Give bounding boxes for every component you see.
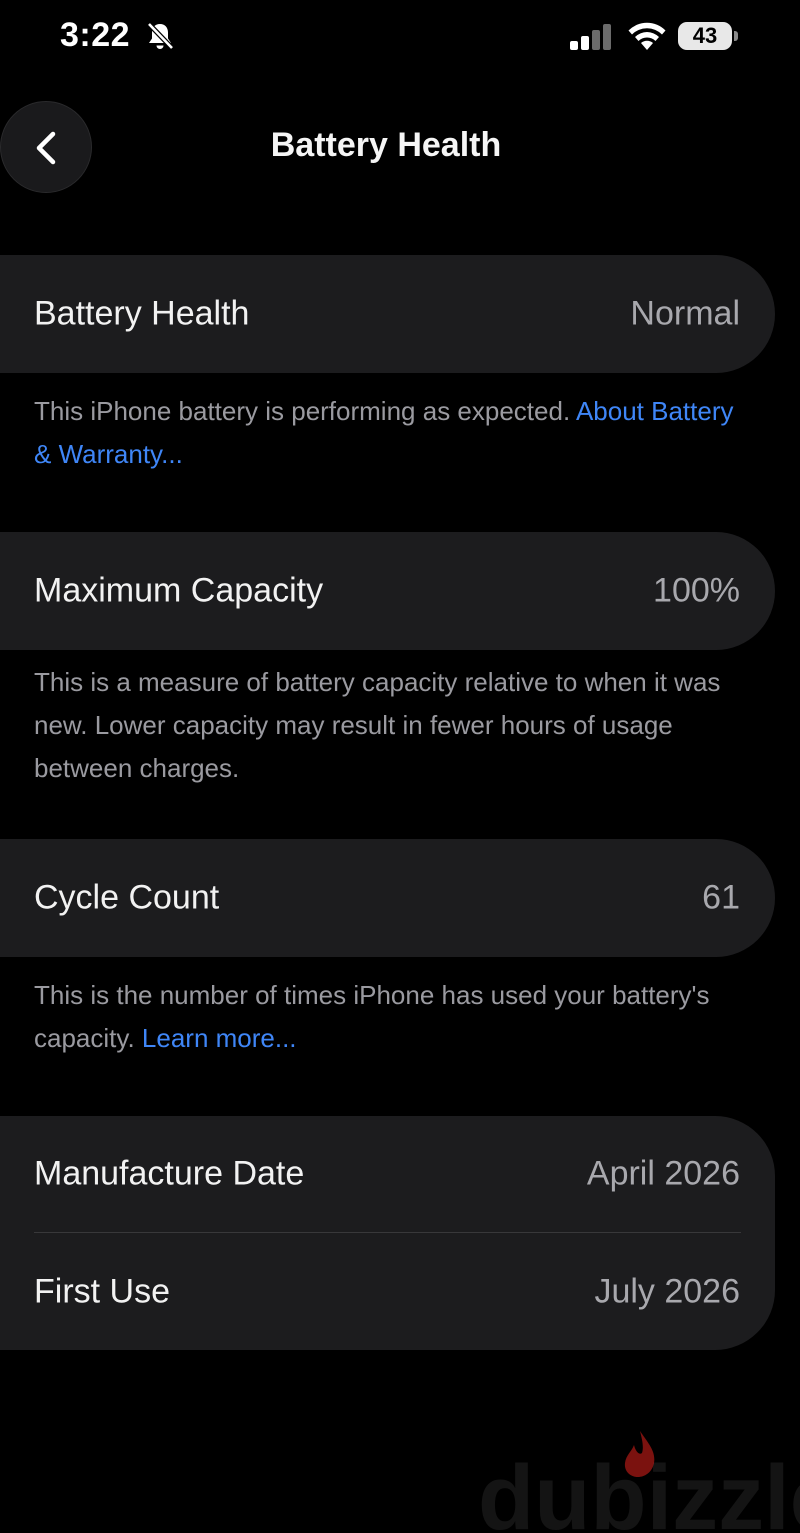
status-time: 3:22 xyxy=(60,16,131,54)
battery-cap xyxy=(734,31,738,41)
cycle-count-footnote: This is the number of times iPhone has u… xyxy=(34,974,754,1060)
battery-health-label: Battery Health xyxy=(34,294,250,333)
first-use-label: First Use xyxy=(34,1272,170,1311)
dubizzle-watermark-logo: dubizzle xyxy=(478,1431,800,1533)
first-use-row: First Use July 2026 xyxy=(0,1234,775,1350)
flame-icon xyxy=(624,1431,655,1477)
wifi-icon xyxy=(628,22,666,50)
first-use-value: July 2026 xyxy=(594,1272,740,1311)
battery-level: 43 xyxy=(678,22,732,50)
signal-icon xyxy=(570,24,611,50)
cycle-count-row: Cycle Count 61 xyxy=(0,839,775,957)
status-bar: 3:22 43 xyxy=(0,0,800,80)
watermark-text: dubizzle xyxy=(478,1447,800,1533)
maximum-capacity-footnote: This is a measure of battery capacity re… xyxy=(34,667,721,783)
maximum-capacity-value: 100% xyxy=(653,571,740,610)
battery-health-value: Normal xyxy=(630,294,740,333)
maximum-capacity-label: Maximum Capacity xyxy=(34,571,324,610)
page-title: Battery Health xyxy=(270,126,502,164)
battery-health-row: Battery Health Normal xyxy=(0,255,775,373)
learn-more-link[interactable]: Learn more... xyxy=(142,1023,297,1053)
manufacture-date-row: Manufacture Date April 2026 xyxy=(0,1116,775,1232)
dates-group: Manufacture Date April 2026 First Use Ju… xyxy=(0,1116,775,1350)
bell-slash-icon xyxy=(147,22,174,50)
manufacture-date-label: Manufacture Date xyxy=(34,1154,305,1193)
manufacture-date-value: April 2026 xyxy=(586,1154,740,1193)
cycle-count-label: Cycle Count xyxy=(34,878,220,917)
battery-health-footnote-text: This iPhone battery is performing as exp… xyxy=(34,396,576,426)
battery-icon: 43 xyxy=(678,20,740,52)
cycle-count-value: 61 xyxy=(702,878,740,917)
battery-health-footnote: This iPhone battery is performing as exp… xyxy=(34,390,754,476)
maximum-capacity-row: Maximum Capacity 100% xyxy=(0,532,775,650)
divider xyxy=(34,1232,741,1233)
cycle-count-footnote-text: This is the number of times iPhone has u… xyxy=(34,980,710,1053)
